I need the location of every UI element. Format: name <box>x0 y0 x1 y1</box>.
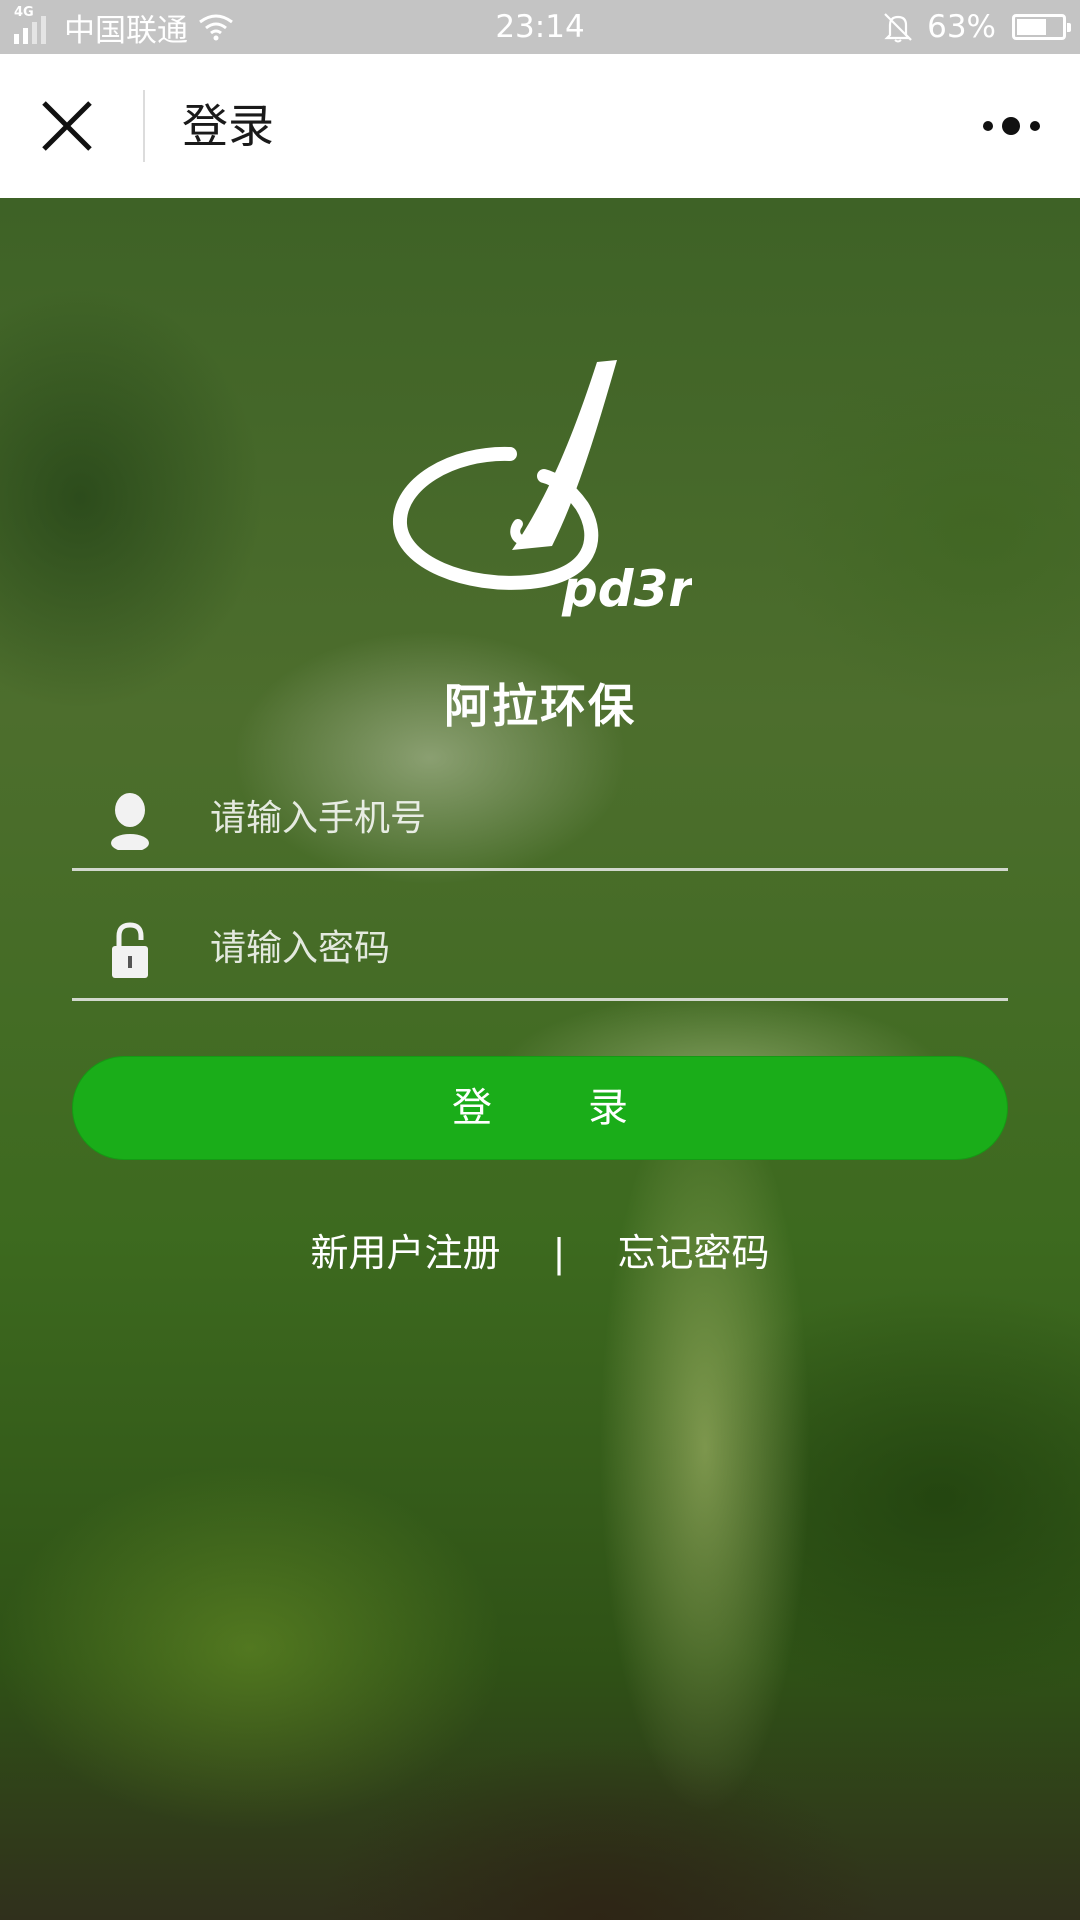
phone-field <box>72 768 1008 871</box>
muted-bell-icon <box>884 13 912 43</box>
phone-input[interactable] <box>210 768 990 868</box>
register-link[interactable]: 新用户注册 <box>310 1231 500 1275</box>
lock-icon <box>112 922 148 978</box>
close-icon[interactable] <box>40 99 94 153</box>
link-separator: | <box>552 1231 566 1275</box>
nav-divider <box>143 90 145 162</box>
more-options-icon[interactable] <box>980 106 1044 146</box>
user-icon <box>111 793 149 850</box>
battery-percent: 63% <box>927 9 996 45</box>
app-name: 阿拉环保 <box>444 679 636 733</box>
app-logo: pd3r <box>393 360 692 618</box>
status-bar: 4G 中国联通 23:14 63% <box>0 0 1080 54</box>
password-field <box>72 898 1008 1001</box>
forgot-password-link[interactable]: 忘记密码 <box>618 1231 770 1275</box>
page-title: 登录 <box>182 99 274 153</box>
battery-icon <box>1012 14 1071 40</box>
status-bar-right: 63% <box>881 0 1071 54</box>
password-input[interactable] <box>210 898 990 998</box>
svg-text:pd3r: pd3r <box>561 560 692 618</box>
nav-bar: 登录 <box>0 54 1080 198</box>
account-links: 新用户注册 | 忘记密码 <box>0 1222 1080 1277</box>
login-button[interactable]: 登 录 <box>72 1056 1008 1160</box>
